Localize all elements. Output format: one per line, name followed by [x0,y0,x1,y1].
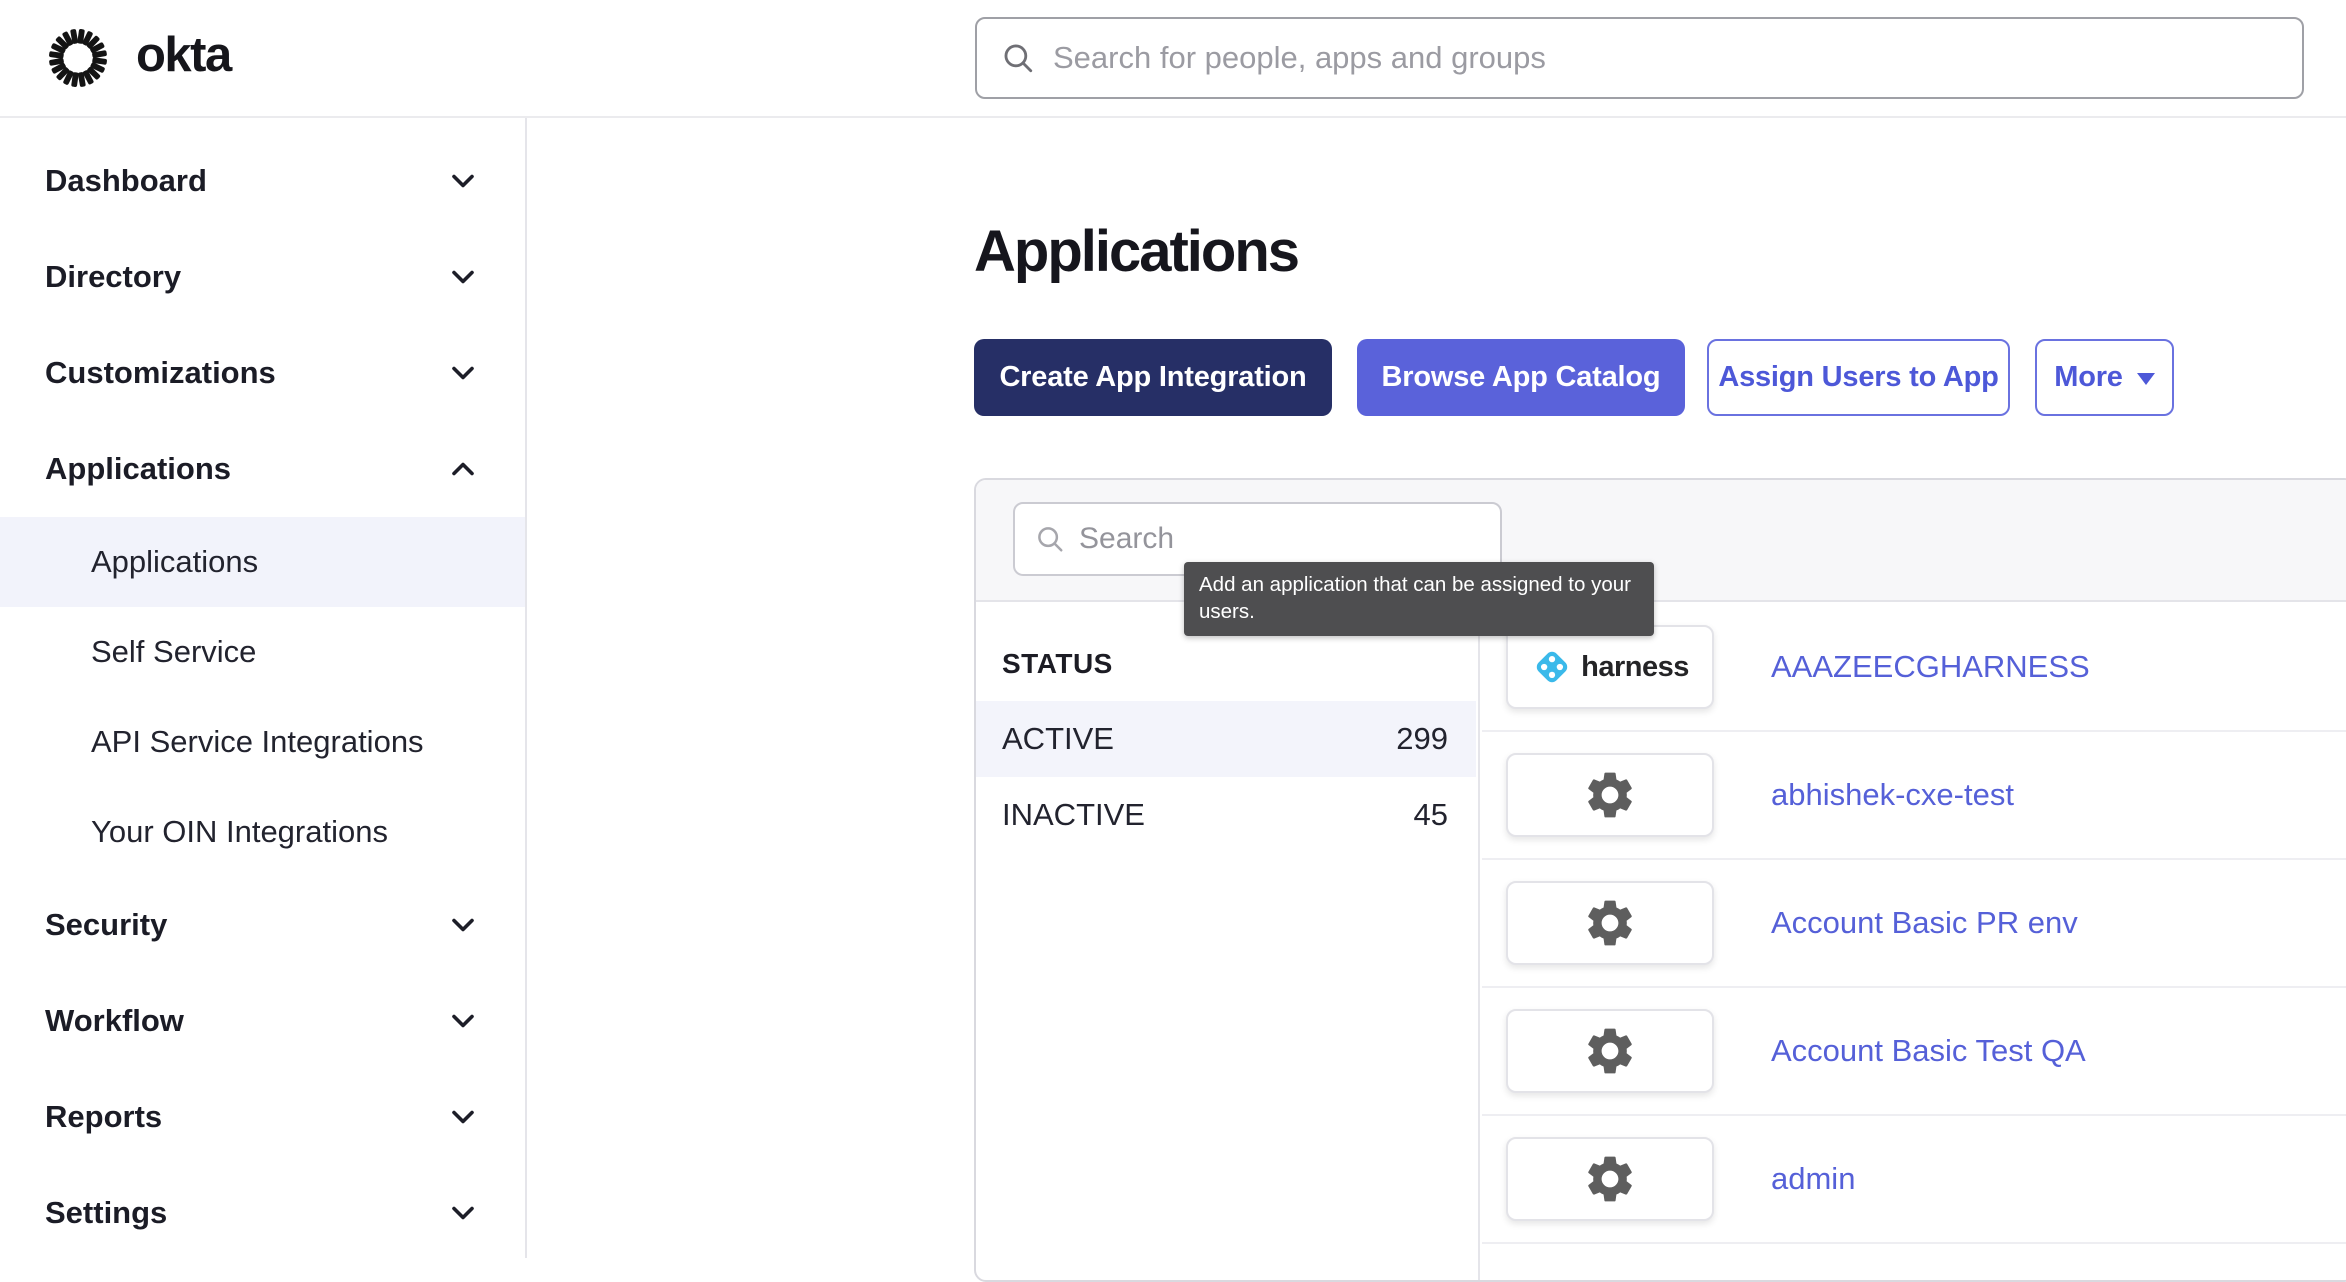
sidebar-item-label: API Service Integrations [91,724,424,760]
okta-sunburst-icon [46,26,110,90]
panel-header [976,480,2346,602]
gear-icon [1582,767,1638,823]
chevron-down-icon [445,1195,481,1231]
sidebar-item-label: Reports [45,1099,162,1135]
app-logo-card [1506,881,1714,965]
okta-logo[interactable]: okta [46,26,231,90]
harness-diamond-icon [1531,646,1573,688]
main-content: Applications Create App Integration Brow… [529,118,2346,1258]
harness-logo: harness [1506,625,1714,709]
sidebar-item-label: Customizations [45,355,276,391]
sidebar-item-label: Directory [45,259,181,295]
dropdown-caret-icon [2137,373,2155,385]
sidebar-item-security[interactable]: Security [0,877,525,973]
more-button-label: More [2054,361,2123,394]
status-count: 45 [1414,797,1448,833]
top-bar: okta [0,0,2346,118]
sidebar-item-label: Your OIN Integrations [91,814,388,850]
panel-body: STATUS ACTIVE 299 INACTIVE 45 [976,604,2346,1280]
global-search[interactable] [975,17,2304,99]
sidebar-item-label: Workflow [45,1003,184,1039]
status-label: INACTIVE [1002,797,1145,833]
action-buttons: Create App Integration Browse App Catalo… [974,339,2174,416]
sidebar-item-workflow[interactable]: Workflow [0,973,525,1069]
browse-app-catalog-button[interactable]: Browse App Catalog [1357,339,1685,416]
app-link[interactable]: Account Basic Test QA [1771,1033,2086,1069]
app-logo-card [1506,1137,1714,1221]
status-count: 299 [1396,721,1448,757]
gear-icon [1582,895,1638,951]
sidebar-item-label: Security [45,907,167,943]
chevron-down-icon [445,259,481,295]
sidebar-item-customizations[interactable]: Customizations [0,325,525,421]
sidebar-item-settings[interactable]: Settings [0,1165,525,1261]
okta-wordmark: okta [136,31,231,86]
status-filter-header: STATUS [1002,648,1113,680]
app-row: admin [1482,1116,2346,1244]
sidebar-subitem-your-oin-integrations[interactable]: Your OIN Integrations [0,787,525,877]
sidebar-nav: Dashboard Directory Customizations Appli… [0,118,527,1258]
status-filter-active[interactable]: ACTIVE 299 [976,701,1476,777]
chevron-down-icon [445,1003,481,1039]
gear-icon [1582,1151,1638,1207]
chevron-up-icon [445,451,481,487]
create-app-integration-button[interactable]: Create App Integration [974,339,1332,416]
sidebar-item-applications[interactable]: Applications [0,421,525,517]
sidebar-item-label: Settings [45,1195,167,1231]
app-logo-card [1506,1009,1714,1093]
sidebar-item-reports[interactable]: Reports [0,1069,525,1165]
status-label: ACTIVE [1002,721,1114,757]
app-link[interactable]: Account Basic PR env [1771,905,2078,941]
app-list: harness AAAZEECGHARNESS abhishek-cxe-tes… [1482,604,2346,1280]
assign-users-to-app-button[interactable]: Assign Users to App [1707,339,2010,416]
sidebar-subitem-self-service[interactable]: Self Service [0,607,525,697]
app-row: Account Basic Test QA [1482,988,2346,1116]
search-icon [1035,524,1065,554]
chevron-down-icon [445,355,481,391]
sidebar-item-label: Applications [91,544,258,580]
app-search-input[interactable] [1079,522,1480,556]
app-link[interactable]: abhishek-cxe-test [1771,777,2014,813]
chevron-down-icon [445,1099,481,1135]
app-row: Account Basic PR env [1482,860,2346,988]
sidebar-item-label: Applications [45,451,231,487]
sidebar-item-directory[interactable]: Directory [0,229,525,325]
chevron-down-icon [445,907,481,943]
status-filter: STATUS ACTIVE 299 INACTIVE 45 [976,604,1480,1280]
search-icon [1001,41,1035,75]
sidebar-item-label: Self Service [91,634,256,670]
app-link[interactable]: admin [1771,1161,1855,1197]
sidebar-item-label: Dashboard [45,163,207,199]
status-filter-inactive[interactable]: INACTIVE 45 [976,777,1476,853]
sidebar-subitem-api-service-integrations[interactable]: API Service Integrations [0,697,525,787]
tooltip: Add an application that can be assigned … [1184,562,1654,636]
sidebar-item-dashboard[interactable]: Dashboard [0,133,525,229]
app-logo-card [1506,753,1714,837]
applications-panel: Add an application that can be assigned … [974,478,2346,1282]
chevron-down-icon [445,163,481,199]
app-link[interactable]: AAAZEECGHARNESS [1771,649,2090,685]
harness-logo-text: harness [1581,651,1689,684]
sidebar-subitem-applications[interactable]: Applications [0,517,525,607]
global-search-input[interactable] [1053,40,2278,76]
app-row: abhishek-cxe-test [1482,732,2346,860]
okta-admin-console: okta Dashboard Directory Customizat [0,0,2346,1258]
page-title: Applications [974,218,1298,285]
more-button[interactable]: More [2035,339,2174,416]
gear-icon [1582,1023,1638,1079]
